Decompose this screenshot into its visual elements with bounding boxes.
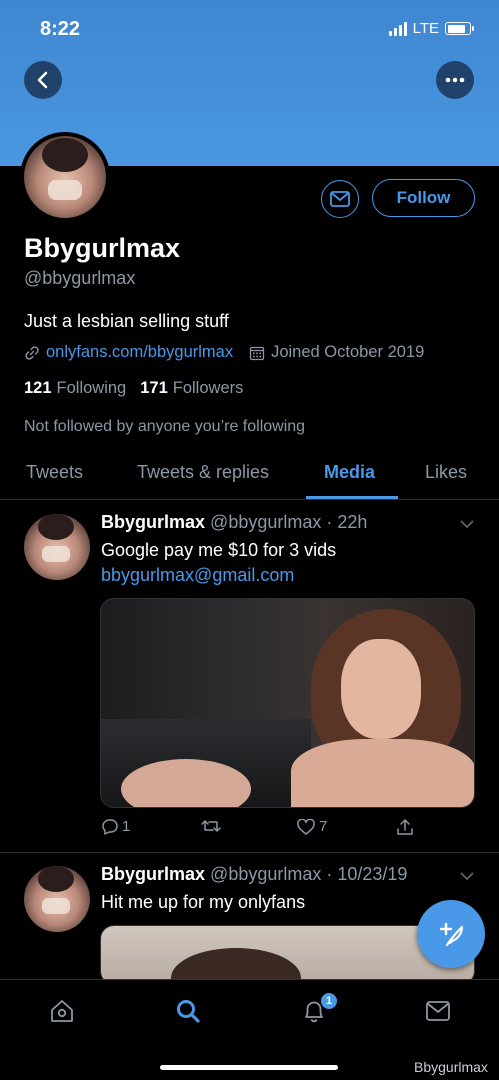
chevron-down-icon[interactable] [460,516,474,532]
tweet-media-image[interactable] [100,598,475,808]
follow-button[interactable]: Follow [372,179,475,217]
tweet-actions: 1 7 [100,818,420,842]
reply-button[interactable]: 1 [100,818,130,835]
tweet-author-handle: @bbygurlmax [210,864,322,884]
calendar-icon [249,346,265,360]
tweet-time: 22h [337,512,368,532]
nav-search[interactable] [173,996,203,1026]
tweet-text: Google pay me $10 for 3 vids [101,540,337,560]
active-tab-indicator [306,496,398,499]
tweet-author-name[interactable]: Bbygurlmax [101,512,205,532]
tweet-time: 10/23/19 [337,864,408,884]
followers-label: Followers [172,379,244,397]
profile-avatar[interactable] [20,132,110,222]
tweet-author-name[interactable]: Bbygurlmax [101,864,205,884]
back-button[interactable] [24,61,62,99]
retweet-button[interactable] [200,818,226,834]
more-options-button[interactable] [436,61,474,99]
ellipsis-icon [445,77,465,83]
profile-meta: onlyfans.com/bbygurlmax Joined October 2… [24,343,424,362]
tab-media[interactable]: Media [324,462,375,483]
search-icon [177,1000,200,1023]
message-button[interactable] [321,180,359,218]
tweet-text: Hit me up for my onlyfans [101,892,306,912]
nav-home[interactable] [47,996,77,1026]
tweet-avatar[interactable] [24,866,90,932]
status-indicators: LTE [388,20,474,37]
chevron-down-icon[interactable] [460,868,474,884]
profile-display-name: Bbygurlmax [24,233,181,263]
tab-tweets-replies[interactable]: Tweets & replies [137,462,269,483]
heart-icon [297,818,315,835]
share-button[interactable] [396,818,414,836]
following-stat[interactable]: 121 Following [24,379,126,398]
tweet-header: Bbygurlmax @bbygurlmax · 10/23/19 [101,864,408,884]
following-count: 121 [24,379,52,397]
tweet-avatar[interactable] [24,514,90,580]
nav-messages[interactable] [423,996,453,1026]
tweet-author-handle: @bbygurlmax [210,512,322,532]
chevron-left-icon [37,71,48,89]
watermark: Bbygurlmax [414,1059,488,1075]
network-label: LTE [412,20,439,37]
tab-tweets[interactable]: Tweets [26,462,83,483]
home-icon [51,1000,73,1022]
share-icon [397,819,413,835]
retweet-icon [201,820,221,832]
profile-handle: @bbygurlmax [24,268,136,288]
profile-joined: Joined October 2019 [271,343,425,361]
tab-likes[interactable]: Likes [425,462,467,483]
profile-bio: Just a lesbian selling stuff [24,311,229,331]
notification-badge: 1 [320,992,338,1010]
tweet-email-link[interactable]: bbygurlmax@gmail.com [101,563,336,588]
home-indicator[interactable] [160,1065,338,1070]
battery-icon [445,22,474,35]
profile-stats: 121 Following 171 Followers [24,379,243,398]
tweet-header: Bbygurlmax @bbygurlmax · 22h [101,512,368,532]
not-followed-notice: Not followed by anyone you’re following [24,418,306,435]
status-time: 8:22 [40,18,81,40]
followers-stat[interactable]: 171 Followers [140,379,243,398]
profile-tabs: Tweets Tweets & replies Media Likes [0,450,499,500]
signal-icon [388,21,407,36]
feather-plus-icon [439,922,464,947]
reply-icon [102,819,118,835]
following-label: Following [56,379,127,397]
like-button[interactable]: 7 [297,818,327,835]
tweet-divider [0,852,499,853]
compose-tweet-button[interactable] [417,900,485,968]
envelope-icon [330,191,350,207]
profile-link[interactable]: onlyfans.com/bbygurlmax [46,343,233,362]
link-icon [25,345,39,360]
envelope-icon [426,1001,450,1021]
reply-count: 1 [122,818,131,835]
like-count: 7 [319,818,328,835]
followers-count: 171 [140,379,168,397]
tweet-body: Google pay me $10 for 3 vids bbygurlmax@… [101,538,336,588]
